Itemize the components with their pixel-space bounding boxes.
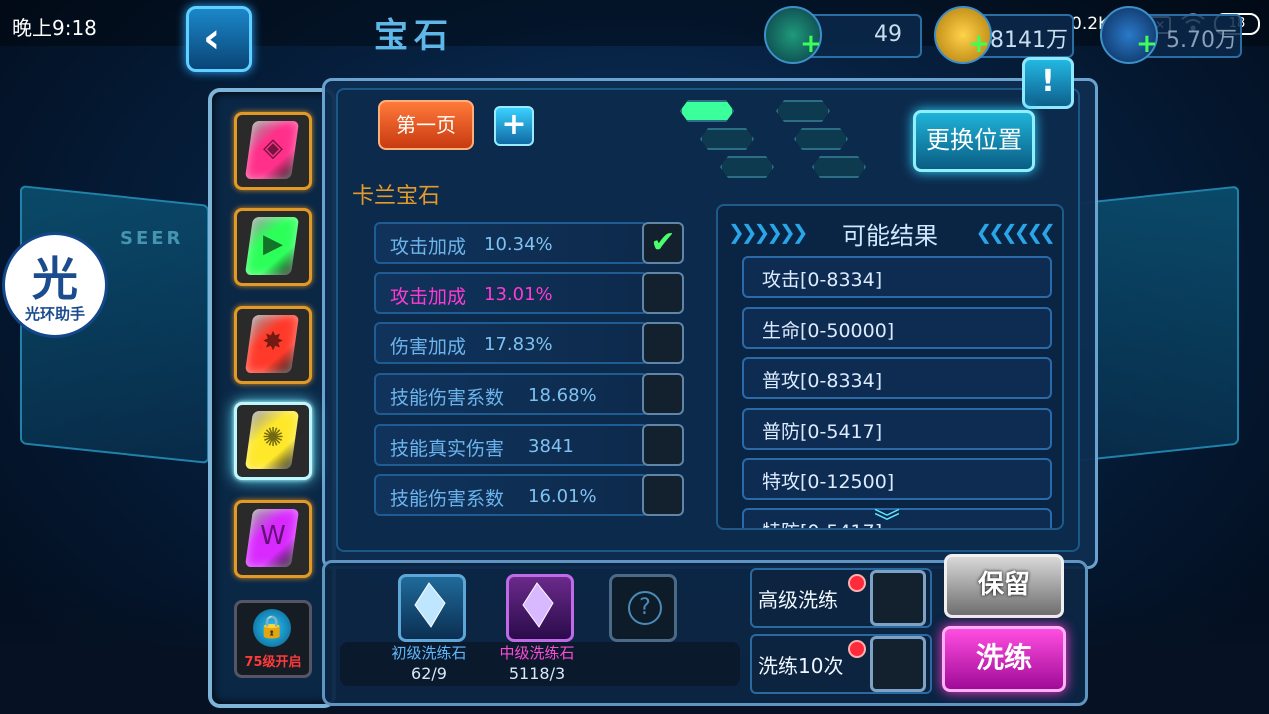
intermediate-refine-stone-item[interactable] xyxy=(506,574,574,642)
attribute-row: 攻击加成 10.34% xyxy=(374,222,648,264)
result-text: 特攻[0-12500] xyxy=(762,471,895,493)
add-energy-icon[interactable]: + xyxy=(1136,31,1158,57)
attribute-value: 18.68% xyxy=(528,385,597,406)
attribute-value: 13.01% xyxy=(484,284,553,305)
result-item: 普防[0-5417] xyxy=(742,408,1052,450)
result-text: 生命[0-50000] xyxy=(762,320,895,342)
socket-hex-1 xyxy=(680,100,734,122)
item-label: 初级洗练石 xyxy=(391,644,467,662)
attribute-row: 技能伤害系数 18.68% xyxy=(374,373,648,415)
socket-hex-3 xyxy=(700,128,754,150)
back-arrow-icon: ‹ xyxy=(203,13,221,62)
attribute-lock-checkbox[interactable] xyxy=(642,474,684,516)
lock-icon: 🔒 xyxy=(253,609,291,647)
gem-symbol: ✺ xyxy=(262,423,284,453)
add-gem-resource-icon[interactable]: + xyxy=(800,31,822,57)
result-text: 攻击[0-8334] xyxy=(762,269,883,291)
scroll-down-icon[interactable]: ︾ xyxy=(862,502,912,538)
gem-symbol: ✸ xyxy=(262,327,284,357)
advanced-refine-label: 高级洗练 xyxy=(758,588,838,612)
gem-slot-red[interactable]: ✸ xyxy=(234,306,312,384)
back-button[interactable]: ‹ xyxy=(186,6,252,72)
empty-item-slot[interactable]: ? xyxy=(609,574,677,642)
result-text: 普攻[0-8334] xyxy=(762,370,883,392)
help-button[interactable]: ! xyxy=(1022,57,1074,109)
attribute-lock-checkbox[interactable] xyxy=(642,373,684,415)
item-count: 5118/3 xyxy=(508,664,566,683)
attribute-value: 16.01% xyxy=(528,486,597,507)
crystal-icon xyxy=(522,582,554,628)
basic-refine-stone-item[interactable] xyxy=(398,574,466,642)
socket-hex-6 xyxy=(812,156,866,178)
status-time: 晚上9:18 xyxy=(12,16,97,40)
watermark-logo: 光 光环助手 xyxy=(2,232,108,338)
attribute-row: 技能伤害系数 16.01% xyxy=(374,474,648,516)
refine-ten-times-label: 洗练10次 xyxy=(758,654,844,678)
result-item: 攻击[0-8334] xyxy=(742,256,1052,298)
notification-dot xyxy=(848,640,866,658)
add-gold-icon[interactable]: + xyxy=(968,31,990,57)
socket-hex-4 xyxy=(794,128,848,150)
energy-value: 5.70万 xyxy=(1166,28,1237,53)
attribute-lock-checkbox[interactable] xyxy=(642,272,684,314)
attribute-value: 3841 xyxy=(528,436,574,457)
swap-position-button[interactable]: 更换位置 xyxy=(913,110,1035,172)
attribute-lock-checkbox[interactable]: ✔ xyxy=(642,222,684,264)
page-tab-first[interactable]: 第一页 xyxy=(378,100,474,150)
notification-dot xyxy=(848,574,866,592)
refine-button[interactable]: 洗练 xyxy=(942,626,1066,692)
chevrons-left-icon: ❮❮❮❮❮❮ xyxy=(975,220,1056,244)
item-count: 62/9 xyxy=(411,664,447,683)
attribute-name: 攻击加成 xyxy=(390,286,467,308)
attribute-name: 技能伤害系数 xyxy=(390,488,505,510)
result-item: 生命[0-50000] xyxy=(742,307,1052,349)
refine-ten-times-checkbox[interactable] xyxy=(870,636,926,692)
crystal-icon xyxy=(414,582,446,628)
result-item: 普攻[0-8334] xyxy=(742,357,1052,399)
attribute-name: 伤害加成 xyxy=(390,336,467,358)
gold-value: 8141万 xyxy=(990,28,1068,53)
locked-slot-label: 75级开启 xyxy=(244,655,302,670)
gem-slot-yellow[interactable]: ✺ xyxy=(234,402,312,480)
watermark-subtext: 光环助手 xyxy=(24,305,85,323)
attribute-name: 攻击加成 xyxy=(390,236,467,258)
socket-hex-2 xyxy=(776,100,830,122)
attribute-name: 技能伤害系数 xyxy=(390,387,505,409)
keep-button[interactable]: 保留 xyxy=(944,554,1064,618)
attribute-row: 伤害加成 17.83% xyxy=(374,322,648,364)
result-item: 特攻[0-12500] xyxy=(742,458,1052,500)
attribute-lock-checkbox[interactable] xyxy=(642,322,684,364)
background-seer-logo: SEER xyxy=(120,228,184,249)
gem-resource-value: 49 xyxy=(874,22,902,47)
socket-hex-5 xyxy=(720,156,774,178)
attribute-lock-checkbox[interactable] xyxy=(642,424,684,466)
attribute-value: 10.34% xyxy=(484,234,553,255)
advanced-refine-checkbox[interactable] xyxy=(870,570,926,626)
possible-results-panel[interactable]: ❯❯❯❯❯❯ 可能结果 ❮❮❮❮❮❮ 攻击[0-8334] 生命[0-50000… xyxy=(716,204,1064,530)
attribute-name: 技能真实伤害 xyxy=(390,438,505,460)
gem-slot-purple[interactable]: W xyxy=(234,500,312,578)
result-text: 普防[0-5417] xyxy=(762,421,883,443)
gem-symbol: W xyxy=(260,521,286,551)
watermark-text: 光 xyxy=(32,252,78,306)
attribute-row: 攻击加成 13.01% xyxy=(374,272,648,314)
gem-name: 卡兰宝石 xyxy=(352,184,441,209)
gem-slot-pink[interactable]: ◈ xyxy=(234,112,312,190)
page-title: 宝石 xyxy=(374,16,454,56)
gem-slot-green[interactable]: ▶ xyxy=(234,208,312,286)
gem-symbol: ◈ xyxy=(263,133,283,163)
attribute-value: 17.83% xyxy=(484,334,553,355)
locked-gem-slot[interactable]: 🔒 75级开启 xyxy=(234,600,312,678)
item-label: 中级洗练石 xyxy=(499,644,575,662)
add-page-button[interactable]: + xyxy=(494,106,534,146)
attribute-row: 技能真实伤害 3841 xyxy=(374,424,648,466)
question-icon: ? xyxy=(628,591,662,625)
gem-symbol: ▶ xyxy=(263,229,283,259)
